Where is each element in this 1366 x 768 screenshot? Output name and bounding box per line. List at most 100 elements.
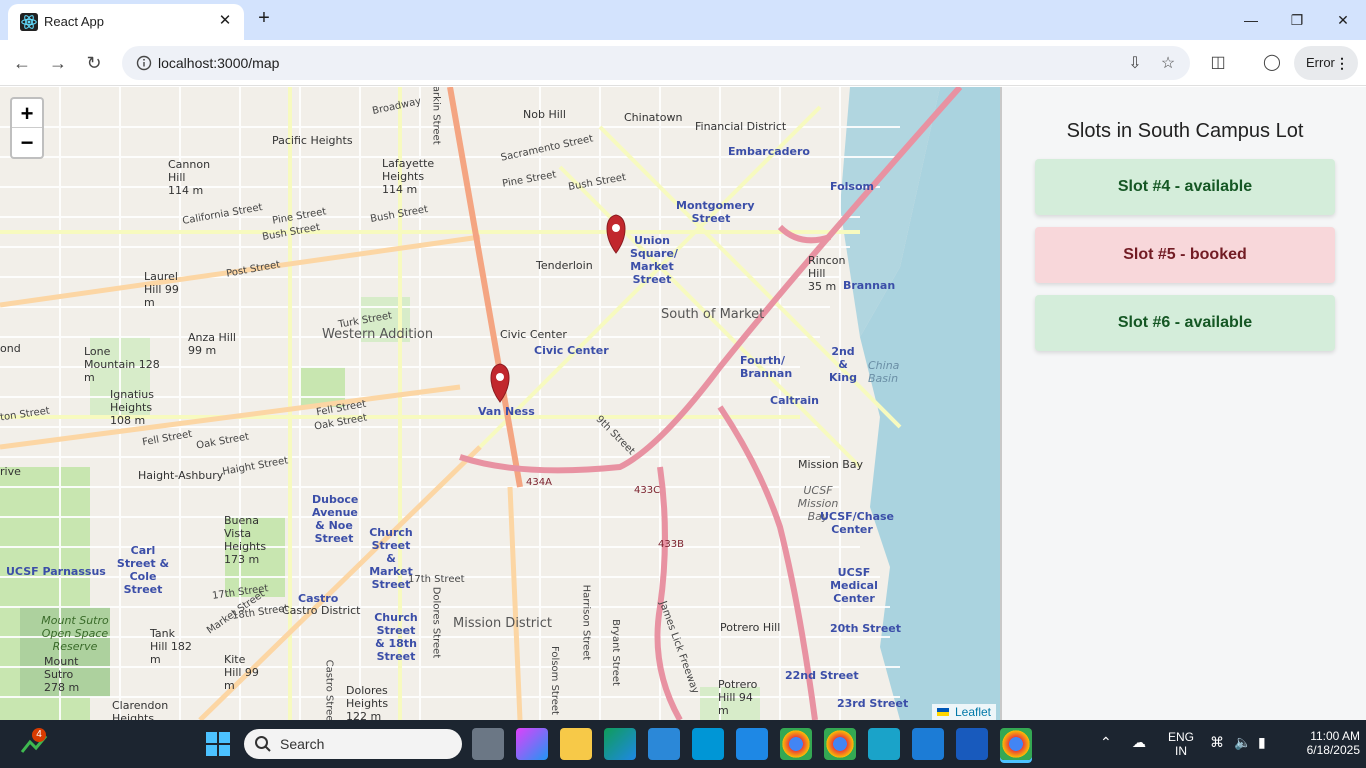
hp-icon[interactable] bbox=[692, 728, 724, 760]
clock-date: 6/18/2025 bbox=[1306, 743, 1360, 757]
map-label: Nob Hill bbox=[523, 108, 566, 121]
clock-time: 11:00 AM bbox=[1310, 729, 1360, 743]
back-arrow-icon[interactable]: ← bbox=[8, 49, 36, 77]
map-label: Pacific Heights bbox=[272, 134, 353, 147]
map-label: Buena Vista Heights 173 m bbox=[224, 514, 267, 566]
map-label: ond bbox=[0, 342, 21, 355]
chrome-active-icon[interactable] bbox=[1000, 728, 1032, 760]
profile-error-label: Error bbox=[1306, 55, 1335, 70]
map-label: 22nd Street bbox=[785, 669, 859, 682]
window-close-icon[interactable]: ✕ bbox=[1320, 4, 1366, 36]
onedrive-icon[interactable]: ☁ bbox=[1132, 734, 1146, 751]
map-label: Van Ness bbox=[478, 405, 535, 418]
tab-close-icon[interactable]: ✕ bbox=[214, 10, 236, 32]
slot-card[interactable]: Slot #4 - available bbox=[1035, 159, 1335, 215]
map-label: Montgomery Street bbox=[676, 199, 755, 225]
map-label: Cannon Hill 114 m bbox=[168, 158, 211, 197]
map-label: Dolores Heights 122 m bbox=[346, 684, 389, 720]
map-label: Financial District bbox=[695, 120, 787, 133]
chrome-profile-icon[interactable] bbox=[824, 728, 856, 760]
map-label: Castro District bbox=[282, 604, 361, 617]
restore-icon[interactable]: ❐ bbox=[1274, 4, 1320, 36]
microsoft-store-icon[interactable] bbox=[648, 728, 680, 760]
minimize-icon[interactable]: — bbox=[1228, 4, 1274, 36]
map-label: 433C bbox=[634, 485, 661, 496]
zoom-in-button[interactable]: + bbox=[12, 99, 42, 128]
reload-icon[interactable]: ↻ bbox=[80, 49, 108, 77]
map-label: Mount Sutro Open Space Reserve bbox=[41, 614, 109, 653]
map-label: 2nd & King bbox=[829, 345, 857, 384]
notepad-icon[interactable] bbox=[868, 728, 900, 760]
new-tab-button[interactable]: + bbox=[252, 6, 276, 30]
chrome-icon[interactable] bbox=[780, 728, 812, 760]
map-label: Church Street & 18th Street bbox=[374, 611, 418, 663]
panel-title: Slots in South Campus Lot bbox=[1066, 120, 1304, 142]
bookmark-star-icon[interactable]: ☆ bbox=[1157, 53, 1179, 75]
slots-panel: Slots in South Campus Lot Slot #4 - avai… bbox=[1000, 87, 1366, 720]
slot-card[interactable]: Slot #6 - available bbox=[1035, 295, 1335, 351]
install-app-icon[interactable]: ⇩ bbox=[1124, 53, 1146, 75]
map-label: Larkin Street bbox=[430, 87, 442, 145]
file-explorer-icon[interactable] bbox=[560, 728, 592, 760]
map-view[interactable]: Nob Hill Chinatown Financial District Pa… bbox=[0, 87, 1000, 720]
search-placeholder: Search bbox=[280, 736, 325, 752]
wifi-icon[interactable]: ⌘ bbox=[1210, 734, 1224, 751]
help-icon[interactable] bbox=[736, 728, 768, 760]
copilot-icon[interactable] bbox=[516, 728, 548, 760]
map-label: Brannan bbox=[843, 279, 896, 292]
word-icon[interactable] bbox=[956, 728, 988, 760]
task-view-icon[interactable] bbox=[472, 728, 504, 760]
map-label: Embarcadero bbox=[728, 145, 810, 158]
map-label: Folsom Street bbox=[548, 646, 560, 715]
map-label: Union Square/ Market Street bbox=[630, 234, 678, 286]
map-label: 23rd Street bbox=[837, 697, 909, 710]
map-label: Dolores Street bbox=[430, 586, 442, 659]
slot-card[interactable]: Slot #5 - booked bbox=[1035, 227, 1335, 283]
url-text[interactable]: localhost:3000/map bbox=[158, 55, 279, 71]
map-label: Laurel Hill 99 m bbox=[144, 270, 179, 309]
vscode-icon[interactable] bbox=[912, 728, 944, 760]
zoom-out-button[interactable]: − bbox=[12, 128, 42, 157]
address-bar[interactable]: localhost:3000/map ⇩ ☆ bbox=[122, 46, 1190, 80]
browser-tab[interactable]: React App ✕ bbox=[8, 4, 244, 40]
windows-start-icon[interactable] bbox=[202, 728, 234, 760]
chevron-up-icon[interactable]: ⌃ bbox=[1100, 734, 1112, 751]
map-label: Chinatown bbox=[624, 111, 683, 124]
map-label: 17th Street bbox=[408, 574, 465, 585]
profile-error-button[interactable]: Error ⋮ bbox=[1294, 46, 1358, 80]
map-label: Civic Center bbox=[534, 344, 609, 357]
map-label: Mission Bay bbox=[798, 458, 864, 471]
map-label: 434A bbox=[526, 477, 552, 488]
map-label: Rincon Hill 35 m bbox=[808, 254, 846, 293]
react-icon bbox=[20, 13, 38, 31]
map-label: Potrero Hill bbox=[720, 621, 781, 634]
site-info-icon[interactable] bbox=[136, 55, 152, 71]
clock[interactable]: 11:00 AM 6/18/2025 bbox=[1282, 729, 1360, 757]
map-label: Castro Street bbox=[323, 659, 335, 720]
edge-icon[interactable] bbox=[604, 728, 636, 760]
taskbar-search[interactable]: Search bbox=[244, 729, 462, 759]
taskbar: 4 Search ⌃ ☁ ENG IN ⌘ 🔈 ▮ 11:00 AM 6/18/… bbox=[0, 720, 1366, 768]
notification-badge: 4 bbox=[32, 728, 46, 742]
map-label: Duboce Avenue & Noe Street bbox=[312, 493, 359, 545]
map-attribution: Leaflet bbox=[931, 704, 996, 720]
map-label: 20th Street bbox=[830, 622, 902, 635]
map-label: UCSF Parnassus bbox=[6, 565, 106, 578]
map-label: Lone Mountain 128 m bbox=[84, 345, 160, 384]
profile-icon[interactable]: ◯ bbox=[1260, 51, 1284, 75]
map-label: Caltrain bbox=[770, 394, 819, 407]
volume-icon[interactable]: 🔈 bbox=[1234, 734, 1251, 751]
forward-arrow-icon[interactable]: → bbox=[44, 49, 72, 77]
leaflet-link[interactable]: Leaflet bbox=[955, 705, 991, 719]
map-label: Kite Hill 99 m bbox=[224, 653, 259, 692]
battery-icon[interactable]: ▮ bbox=[1258, 734, 1266, 751]
menu-kebab-icon[interactable]: ⋮ bbox=[1335, 46, 1349, 80]
search-icon bbox=[255, 736, 271, 752]
map-label: UCSF/Chase Center bbox=[820, 510, 894, 536]
map-label: Clarendon Heights bbox=[112, 699, 169, 720]
map-label: Civic Center bbox=[500, 328, 567, 341]
title-bar: React App ✕ + — ❐ ✕ bbox=[0, 0, 1366, 40]
tab-search-icon[interactable]: ◫ bbox=[1206, 51, 1230, 75]
map-label: Harrison Street bbox=[580, 584, 592, 661]
language-indicator[interactable]: ENG IN bbox=[1166, 730, 1196, 758]
